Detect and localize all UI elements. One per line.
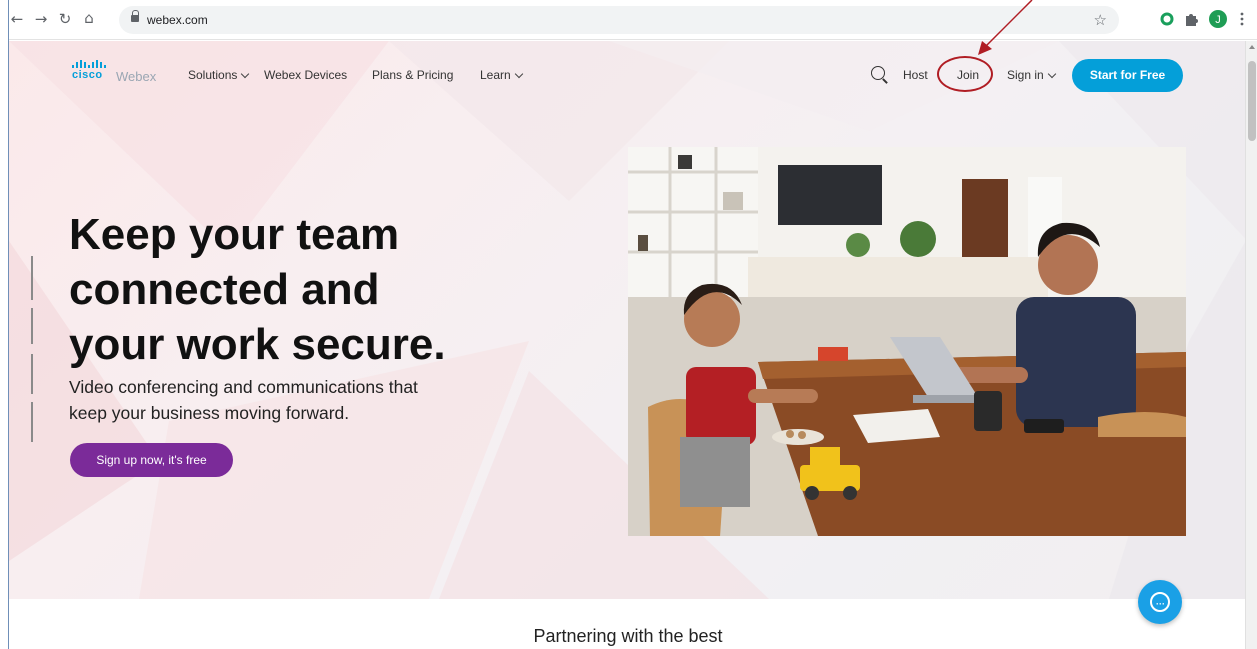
page-scrollbar[interactable] xyxy=(1245,41,1257,649)
hero-side-lines xyxy=(31,256,33,442)
logo-product: Webex xyxy=(116,69,157,84)
signin-label: Sign in xyxy=(1007,68,1044,82)
hero-title-line: Keep your team xyxy=(69,210,400,259)
cisco-bars-icon xyxy=(72,60,106,68)
hero-subtitle: Video conferencing and communications th… xyxy=(69,374,529,426)
browser-toolbar: ← → ↻ ⌂ webex.com ☆ J xyxy=(9,0,1257,40)
nav-solutions[interactable]: Solutions xyxy=(188,68,250,82)
chevron-down-icon xyxy=(1047,69,1056,79)
menu-dots-icon[interactable] xyxy=(1239,12,1245,28)
address-bar[interactable]: webex.com ☆ xyxy=(119,6,1119,34)
nav-learn[interactable]: Learn xyxy=(480,68,523,82)
avatar-letter: J xyxy=(1215,14,1221,26)
nav-plans-pricing[interactable]: Plans & Pricing xyxy=(372,68,453,82)
nav-plans-pricing-label: Plans & Pricing xyxy=(372,68,454,82)
extension-o-icon[interactable] xyxy=(1160,12,1174,26)
nav-solutions-label: Solutions xyxy=(188,68,238,82)
lock-icon xyxy=(131,10,139,23)
hero-title: Keep your team connected and your work s… xyxy=(69,207,589,372)
hero-subtitle-line: keep your business moving forward. xyxy=(69,403,350,423)
profile-avatar-icon[interactable]: J xyxy=(1208,9,1228,29)
join-highlight-circle xyxy=(937,56,993,92)
host-link[interactable]: Host xyxy=(903,68,928,82)
back-arrow-icon[interactable]: ← xyxy=(9,11,25,27)
hero-title-line: connected and xyxy=(69,265,380,314)
hero-photo-illustration xyxy=(628,147,1186,536)
signin-link[interactable]: Sign in xyxy=(1007,68,1056,82)
chevron-down-icon xyxy=(241,69,250,79)
home-icon[interactable]: ⌂ xyxy=(81,10,97,26)
hero-subtitle-line: Video conferencing and communications th… xyxy=(69,377,418,397)
forward-arrow-icon[interactable]: → xyxy=(33,11,49,27)
annotation-arrow-icon xyxy=(978,0,1033,55)
scroll-up-arrow-icon[interactable] xyxy=(1249,45,1255,49)
hero-title-line: your work secure. xyxy=(69,320,446,369)
hero-photo xyxy=(628,147,1186,536)
scroll-thumb[interactable] xyxy=(1248,61,1256,141)
nav-webex-devices[interactable]: Webex Devices xyxy=(264,68,347,82)
signup-free-button[interactable]: Sign up now, it's free xyxy=(70,443,233,477)
cisco-webex-logo[interactable]: cisco Webex xyxy=(72,60,156,84)
url-text: webex.com xyxy=(147,13,208,27)
logo-brand: cisco xyxy=(72,69,103,81)
start-for-free-button[interactable]: Start for Free xyxy=(1072,59,1183,92)
chevron-down-icon xyxy=(514,69,523,79)
search-icon[interactable] xyxy=(871,66,885,80)
host-label: Host xyxy=(903,68,928,82)
nav-webex-devices-label: Webex Devices xyxy=(264,68,348,82)
reload-icon[interactable]: ↻ xyxy=(57,11,73,27)
puzzle-icon[interactable] xyxy=(1184,12,1198,26)
chat-bubble-icon: ··· xyxy=(1150,592,1170,612)
nav-learn-label: Learn xyxy=(480,68,511,82)
chat-button[interactable]: ··· xyxy=(1138,580,1182,624)
partner-heading: Partnering with the best xyxy=(533,626,723,646)
star-icon[interactable]: ☆ xyxy=(1094,11,1107,29)
